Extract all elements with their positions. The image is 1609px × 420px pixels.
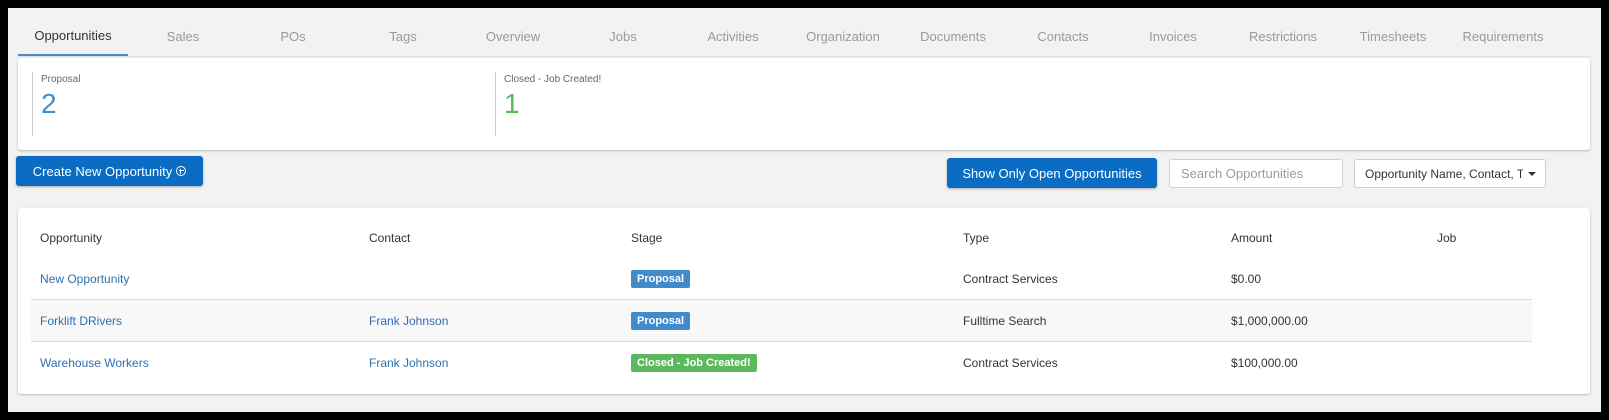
job-cell [1428,341,1532,383]
stage-badge: Proposal [631,311,691,330]
tab-opportunities[interactable]: Opportunities [18,16,128,56]
tab-pos[interactable]: POs [238,16,348,56]
opportunities-table-card: Opportunity Contact Stage Type Amount Jo… [18,208,1590,394]
closed-stat-count: 1 [504,88,520,119]
amount-cell: $100,000.00 [1222,341,1428,383]
contact-link[interactable]: Frank Johnson [369,314,448,328]
header-amount[interactable]: Amount [1222,218,1428,258]
tab-documents[interactable]: Documents [898,16,1008,56]
tab-requirements[interactable]: Requirements [1448,16,1558,56]
tab-bar: Opportunities Sales POs Tags Overview Jo… [18,16,1591,57]
job-cell [1428,299,1532,342]
type-cell: Contract Services [954,341,1222,383]
header-opportunity[interactable]: Opportunity [31,218,360,258]
show-open-opportunities-button[interactable]: Show Only Open Opportunities [947,158,1157,188]
tab-jobs[interactable]: Jobs [568,16,678,56]
tab-restrictions[interactable]: Restrictions [1228,16,1338,56]
stage-badge: Closed - Job Created! [631,353,757,372]
stage-badge: Proposal [631,269,691,288]
proposal-stat: Proposal 2 [32,72,80,136]
create-opportunity-label: Create New Opportunity [32,163,173,179]
closed-stat: Closed - Job Created! 1 [495,72,601,136]
search-field-dropdown[interactable]: Opportunity Name, Contact, Type [1354,159,1546,188]
amount-cell: $1,000,000.00 [1222,299,1428,342]
amount-cell: $0.00 [1231,271,1262,286]
header-stage[interactable]: Stage [622,218,954,258]
search-opportunities-input[interactable] [1169,159,1343,188]
opportunity-link[interactable]: New Opportunity [40,272,129,286]
circle-plus-icon [176,166,187,176]
opportunity-link[interactable]: Warehouse Workers [40,356,149,370]
job-cell [1428,258,1532,300]
stage-summary-card: Proposal 2 Closed - Job Created! 1 [18,58,1590,150]
tab-tags[interactable]: Tags [348,16,458,56]
tab-organization[interactable]: Organization [788,16,898,56]
proposal-stat-label: Proposal [41,74,81,85]
header-contact[interactable]: Contact [360,218,622,258]
caret-down-icon [1528,172,1536,176]
header-type[interactable]: Type [954,218,1222,258]
table-header-row: Opportunity Contact Stage Type Amount Jo… [31,218,1532,258]
tab-overview[interactable]: Overview [458,16,568,56]
table-row: New Opportunity Proposal Contract Servic… [31,258,1532,300]
opportunities-table: Opportunity Contact Stage Type Amount Jo… [31,218,1532,383]
app-frame: Opportunities Sales POs Tags Overview Jo… [8,8,1601,412]
tab-activities[interactable]: Activities [678,16,788,56]
tab-sales[interactable]: Sales [128,16,238,56]
type-cell: Contract Services [963,271,1058,286]
table-row: Forklift DRivers Frank Johnson Proposal … [31,299,1532,342]
contact-link[interactable]: Frank Johnson [369,356,448,370]
opportunity-link[interactable]: Forklift DRivers [40,314,122,328]
table-row: Warehouse Workers Frank Johnson Closed -… [31,341,1532,383]
tab-timesheets[interactable]: Timesheets [1338,16,1448,56]
tab-contacts[interactable]: Contacts [1008,16,1118,56]
type-cell: Fulltime Search [954,299,1222,342]
closed-stat-label: Closed - Job Created! [504,74,602,85]
tab-invoices[interactable]: Invoices [1118,16,1228,56]
proposal-stat-count: 2 [41,88,57,119]
create-opportunity-button[interactable]: Create New Opportunity [16,156,203,186]
search-field-selected: Opportunity Name, Contact, Type [1365,166,1523,181]
header-job[interactable]: Job [1428,218,1532,258]
